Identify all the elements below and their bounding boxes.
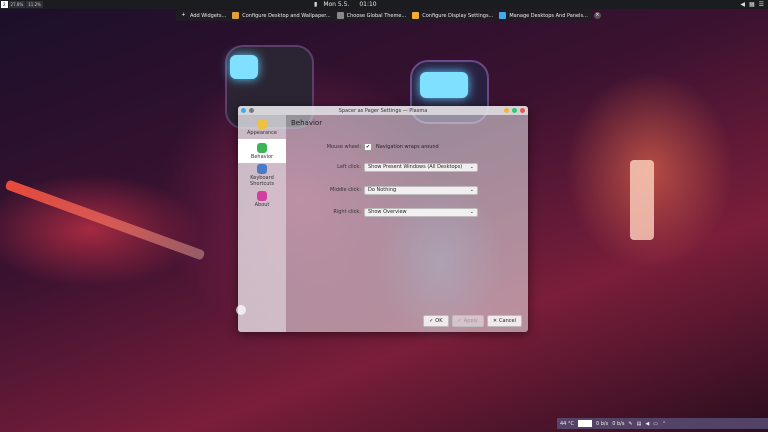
clipboard-icon[interactable]: ▤ [637, 421, 642, 427]
chevron-down-icon: ⌄ [469, 164, 474, 170]
left-click-row: Left click: Show Present Windows (All De… [288, 162, 528, 172]
network-down-readout[interactable]: 0 b/s [596, 421, 608, 427]
panel-options-icon[interactable]: ☰ [759, 1, 764, 8]
configure-desktop-button[interactable]: Configure Desktop and Wallpaper... [232, 12, 331, 19]
pen-icon[interactable]: ✎ [628, 421, 632, 427]
global-theme-button[interactable]: Choose Global Theme... [336, 12, 406, 19]
volume-icon[interactable]: ◀ [645, 421, 649, 427]
manage-panels-button[interactable]: Manage Desktops And Panels... [499, 12, 588, 19]
check-icon: ✓ [429, 318, 434, 324]
right-click-select[interactable]: Show Overview ⌄ [364, 207, 478, 217]
digital-clock[interactable]: ▮ Mon 5.5. 01:10 [314, 0, 377, 9]
top-panel: 2 27.8% 11.2% ▮ Mon 5.5. 01:10 ◀ ▦ ☰ [0, 0, 768, 9]
panels-icon [499, 12, 507, 19]
graph-widget[interactable] [577, 420, 592, 427]
apply-icon: ✓ [457, 318, 462, 324]
minimize-button[interactable] [504, 108, 509, 113]
settings-content: Behavior Mouse wheel: ✔ Navigation wraps… [288, 115, 528, 332]
sidebar-item-appearance[interactable]: Appearance [238, 115, 286, 139]
middle-click-label: Middle click: [330, 187, 361, 193]
appearance-icon [257, 118, 267, 129]
mouse-wheel-row: Mouse wheel: ✔ Navigation wraps around [288, 142, 528, 152]
dialog-title: Spacer as Pager Settings — Plasma [338, 107, 428, 114]
wallpaper-robot-visor [230, 55, 258, 79]
sidebar-item-behavior[interactable]: Behavior [238, 139, 286, 163]
display-icon[interactable]: ▭ [653, 421, 658, 427]
wallpaper-robot-visor [420, 72, 468, 98]
chevron-down-icon: ⌄ [469, 187, 474, 193]
chevron-up-icon[interactable]: ⌃ [662, 421, 666, 427]
close-icon: × [593, 12, 601, 19]
right-click-label: Right click: [333, 209, 361, 215]
plus-icon: + [181, 12, 186, 18]
temperature-readout[interactable]: 44 °C [560, 421, 574, 427]
left-click-select[interactable]: Show Present Windows (All Desktops) ⌄ [364, 162, 478, 172]
middle-click-select[interactable]: Do Nothing ⌄ [364, 185, 478, 195]
exit-edit-mode-button[interactable]: × [593, 12, 601, 19]
ok-button[interactable]: ✓ OK [423, 315, 449, 327]
wallpaper-glow [630, 160, 654, 240]
dialog-titlebar[interactable]: Spacer as Pager Settings — Plasma [238, 106, 528, 115]
system-tray-top: ◀ ▦ ☰ [740, 0, 764, 9]
apply-button[interactable]: ✓ Apply [451, 315, 484, 327]
behavior-icon [257, 142, 267, 153]
maximize-button[interactable] [512, 108, 517, 113]
wallpaper-glow [4, 179, 206, 261]
keyboard-icon [257, 163, 267, 174]
theme-icon [336, 12, 344, 19]
mouse-wheel-label: Mouse wheel: [326, 144, 361, 150]
network-up-readout[interactable]: 0 b/s [612, 421, 624, 427]
settings-dialog: Spacer as Pager Settings — Plasma Appear… [238, 106, 528, 332]
desktop-drag-handle[interactable] [236, 305, 246, 315]
clock-time: 01:10 [359, 1, 377, 8]
add-widgets-button[interactable]: + Add Widgets... [180, 12, 226, 19]
right-click-row: Right click: Show Overview ⌄ [288, 207, 528, 217]
category-sidebar: Appearance Behavior Keyboard Shortcuts A… [238, 115, 286, 332]
volume-icon[interactable]: ◀ [740, 1, 745, 8]
clock-date: Mon 5.5. [323, 1, 350, 8]
display-settings-button[interactable]: Configure Display Settings... [412, 12, 493, 19]
cancel-button[interactable]: ✕ Cancel [486, 315, 522, 327]
middle-click-row: Middle click: Do Nothing ⌄ [288, 185, 528, 195]
display-icon [412, 12, 420, 19]
close-icon: ✕ [492, 318, 498, 324]
pager-desktop[interactable]: 2 [1, 1, 8, 8]
cpu-usage[interactable]: 27.8% [8, 1, 26, 8]
navigation-wraps-checkbox[interactable]: ✔ [364, 143, 372, 151]
activity-icon: ▮ [314, 1, 318, 8]
left-click-label: Left click: [337, 164, 361, 170]
page-title: Behavior [291, 119, 323, 127]
chevron-down-icon: ⌄ [469, 209, 474, 215]
dialog-footer: ✓ OK ✓ Apply ✕ Cancel [288, 314, 528, 328]
sidebar-item-keyboard-shortcuts[interactable]: Keyboard Shortcuts [238, 163, 286, 187]
about-icon [257, 190, 267, 201]
close-button[interactable] [520, 108, 525, 113]
desktop-icon [232, 12, 240, 19]
bottom-panel: 44 °C 0 b/s 0 b/s ✎ ▤ ◀ ▭ ⌃ [557, 418, 768, 429]
navigation-wraps-text: Navigation wraps around [376, 144, 439, 150]
memory-usage[interactable]: 11.2% [26, 1, 43, 8]
app-menu-icon[interactable]: ▦ [749, 1, 755, 8]
edit-mode-toolbar: + Add Widgets... Configure Desktop and W… [176, 10, 601, 21]
sidebar-item-about[interactable]: About [238, 187, 286, 211]
